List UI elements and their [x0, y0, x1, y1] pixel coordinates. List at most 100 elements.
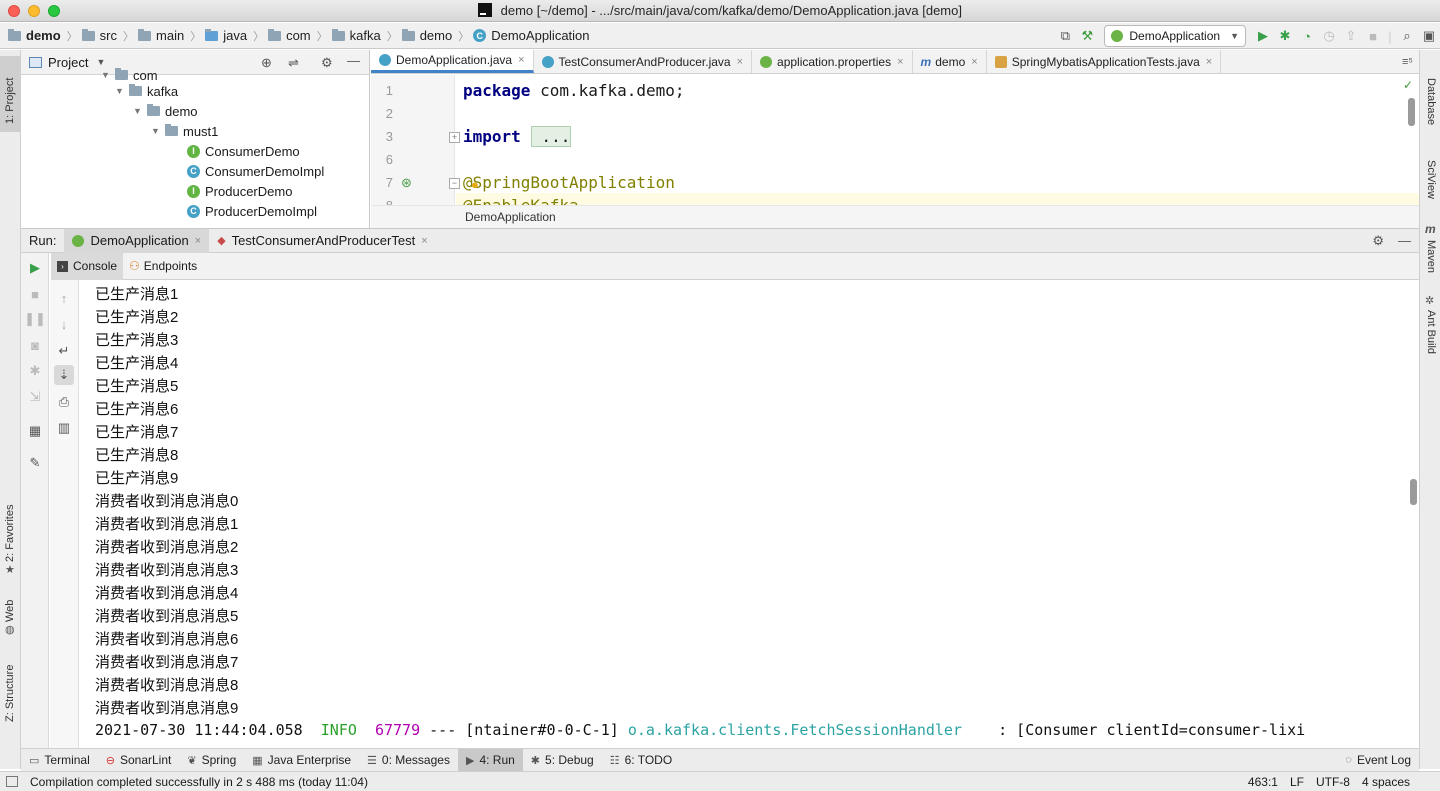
run-configuration-select[interactable]: DemoApplication ▼: [1104, 25, 1246, 47]
editor-scrollbar[interactable]: [1408, 98, 1415, 126]
collapse-all-icon[interactable]: ⇌: [288, 55, 299, 71]
camera-icon[interactable]: ◙: [25, 335, 45, 355]
debug-tool-button[interactable]: ✱ 5: Debug: [523, 749, 602, 771]
web-tool-button[interactable]: Web: [4, 600, 16, 622]
run-icon[interactable]: ▶: [1252, 25, 1274, 47]
maven-tool-button[interactable]: Maven: [1425, 240, 1437, 273]
trash-icon[interactable]: ▥: [54, 418, 74, 438]
breadcrumb-kafka[interactable]: kafka 〉: [331, 28, 398, 44]
collapse-toolbar-icon[interactable]: ▣: [1418, 25, 1440, 47]
breadcrumb-demoapplication[interactable]: C DemoApplication: [473, 28, 590, 43]
breadcrumb-main[interactable]: main 〉: [138, 28, 201, 44]
tab-springmybatisapplicationtests[interactable]: SpringMybatisApplicationTests.java ×: [987, 50, 1222, 73]
settings-icon[interactable]: ✱: [25, 361, 45, 381]
print-icon[interactable]: ⎙: [54, 392, 74, 412]
run-tab-demoapplication[interactable]: DemoApplication ×: [64, 228, 210, 253]
close-icon[interactable]: ×: [421, 235, 427, 247]
tree-item-kafka[interactable]: ▼ kafka: [115, 81, 178, 101]
console-scrollbar[interactable]: [1410, 479, 1417, 505]
tab-application-properties[interactable]: application.properties ×: [752, 50, 913, 73]
status-message[interactable]: Compilation completed successfully in 2 …: [30, 775, 368, 789]
tree-item-producerdemo[interactable]: I ProducerDemo: [187, 181, 292, 201]
layout-icon[interactable]: ▦: [25, 421, 45, 441]
close-icon[interactable]: ×: [971, 56, 977, 68]
close-icon[interactable]: ×: [1206, 56, 1212, 68]
gear-icon[interactable]: ⚙: [1372, 233, 1384, 249]
tree-item-must1[interactable]: ▼ must1: [151, 121, 218, 141]
update-icon[interactable]: ⇪: [1340, 25, 1362, 47]
exit-icon[interactable]: ⇲: [25, 387, 45, 407]
hide-panel-icon[interactable]: —: [1398, 233, 1411, 248]
indent-setting[interactable]: 4 spaces: [1362, 775, 1410, 789]
folded-imports[interactable]: ...: [530, 126, 572, 147]
breadcrumb-demo-pkg[interactable]: demo 〉: [401, 28, 469, 44]
file-encoding[interactable]: UTF-8: [1316, 775, 1350, 789]
console-tab[interactable]: › Console: [51, 252, 124, 280]
endpoints-tab[interactable]: ⚇ Endpoints: [123, 253, 203, 280]
stop-icon[interactable]: ■: [25, 284, 45, 304]
structure-tool-button[interactable]: Z: Structure: [4, 665, 16, 722]
close-icon[interactable]: ×: [897, 56, 903, 68]
minimize-window-button[interactable]: [28, 5, 40, 17]
database-tool-button[interactable]: Database: [1425, 78, 1437, 125]
todo-tool-button[interactable]: ☷ 6: TODO: [602, 749, 680, 771]
breadcrumb-com[interactable]: com 〉: [268, 28, 328, 44]
tree-item-producerdemoimpl[interactable]: C ProducerDemoImpl: [187, 201, 317, 221]
code-line-7[interactable]: @SpringBootApplication: [463, 173, 675, 192]
code-line-8[interactable]: @EnableKafka: [463, 196, 579, 205]
locate-icon[interactable]: ⊕: [261, 55, 272, 71]
pause-icon[interactable]: ❚❚: [24, 309, 46, 329]
terminal-tool-button[interactable]: ▭ Terminal: [21, 749, 98, 771]
spring-tool-button[interactable]: ❦ Spring: [179, 749, 244, 771]
sonarlint-tool-button[interactable]: ⊖ SonarLint: [98, 749, 180, 771]
favorites-tool-button[interactable]: 2: Favorites: [4, 505, 16, 562]
run-tab-testconsumerandproducertest[interactable]: ◆ TestConsumerAndProducerTest ×: [209, 229, 435, 253]
rerun-icon[interactable]: ▶: [25, 258, 45, 278]
gear-icon[interactable]: ⚙: [321, 55, 333, 71]
down-arrow-icon[interactable]: ↓: [54, 314, 74, 334]
inspection-ok-icon[interactable]: ✓: [1403, 78, 1413, 92]
breadcrumb-java[interactable]: java 〉: [205, 28, 264, 44]
event-log-tool-button[interactable]: ◌ Event Log: [1337, 749, 1419, 771]
line-separator[interactable]: LF: [1290, 775, 1304, 789]
tab-demoapplication[interactable]: DemoApplication.java ×: [371, 50, 534, 73]
breadcrumb-src[interactable]: src 〉: [81, 28, 134, 44]
java-enterprise-tool-button[interactable]: ▦ Java Enterprise: [244, 749, 359, 771]
console-output[interactable]: 已生产消息1 已生产消息2 已生产消息3 已生产消息4 已生产消息5 已生产消息…: [80, 281, 1419, 741]
caret-position[interactable]: 463:1: [1248, 775, 1278, 789]
project-structure-icon[interactable]: ⧉: [1054, 25, 1076, 47]
pin-icon[interactable]: ✎: [25, 453, 45, 473]
close-window-button[interactable]: [8, 5, 20, 17]
chevron-down-icon[interactable]: ▼: [96, 57, 105, 67]
build-hammer-icon[interactable]: ⚒: [1076, 25, 1098, 47]
tab-list-icon[interactable]: ≡⁵: [1402, 50, 1419, 73]
project-view-select[interactable]: Project: [48, 55, 88, 70]
tab-demo-pom[interactable]: m demo ×: [913, 50, 987, 73]
close-icon[interactable]: ×: [195, 235, 201, 247]
zoom-window-button[interactable]: [48, 5, 60, 17]
hide-panel-icon[interactable]: —: [347, 53, 360, 68]
sciview-tool-button[interactable]: SciView: [1425, 160, 1437, 199]
tree-item-demo[interactable]: ▼ demo: [133, 101, 198, 121]
scroll-to-end-icon[interactable]: ⇣: [54, 365, 74, 385]
tab-testconsumerandproducer[interactable]: TestConsumerAndProducer.java ×: [534, 50, 753, 73]
tree-item-consumerdemoimpl[interactable]: C ConsumerDemoImpl: [187, 161, 324, 181]
code-line-3[interactable]: import ...: [463, 126, 572, 147]
breadcrumb-demo[interactable]: demo 〉: [8, 28, 78, 44]
project-tool-button[interactable]: 1: Project: [4, 78, 16, 124]
editor-breadcrumb[interactable]: DemoApplication: [371, 205, 1419, 228]
tree-item-consumerdemo[interactable]: I ConsumerDemo: [187, 141, 300, 161]
run-tool-button[interactable]: ▶ 4: Run: [457, 749, 523, 771]
fold-collapse-icon[interactable]: −: [449, 178, 460, 189]
messages-tool-button[interactable]: ☰ 0: Messages: [359, 749, 458, 771]
soft-wrap-icon[interactable]: ↵: [54, 341, 74, 361]
close-icon[interactable]: ×: [737, 56, 743, 68]
code-line-1[interactable]: package com.kafka.demo;: [463, 81, 685, 100]
fold-expand-icon[interactable]: +: [449, 132, 460, 143]
profile-icon[interactable]: ◷: [1318, 25, 1340, 47]
coverage-icon[interactable]: ◔: [1296, 25, 1318, 47]
debug-icon[interactable]: ✱: [1274, 25, 1296, 47]
search-icon[interactable]: ⌕: [1396, 25, 1418, 47]
stop-icon[interactable]: ■: [1362, 25, 1384, 47]
close-icon[interactable]: ×: [518, 54, 524, 66]
